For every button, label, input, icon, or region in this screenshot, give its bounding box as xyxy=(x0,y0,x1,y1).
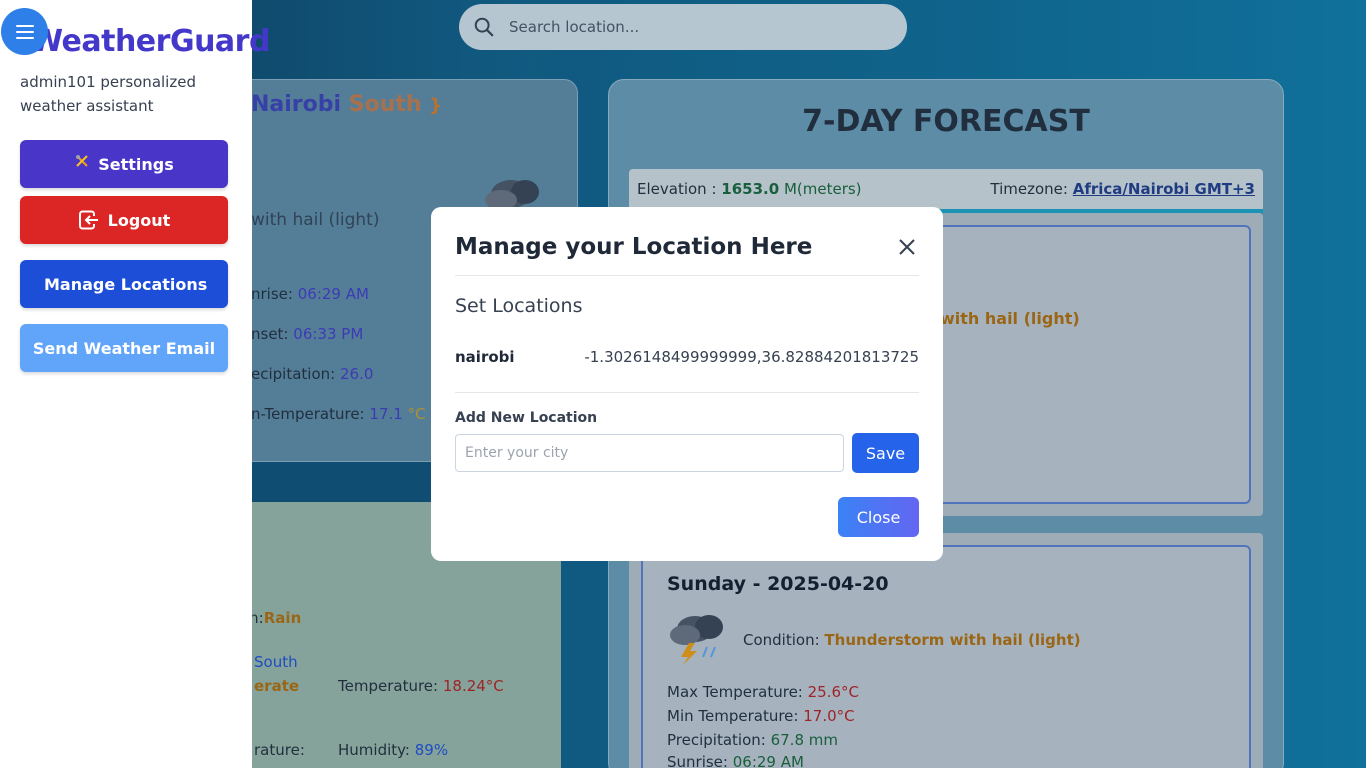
manage-location-modal: Manage your Location Here Set Locations … xyxy=(431,207,943,561)
set-locations-heading: Set Locations xyxy=(455,295,583,317)
close-button[interactable]: Close xyxy=(838,497,919,537)
modal-divider xyxy=(455,392,919,393)
brand-title: WeatherGuard xyxy=(30,24,270,59)
user-subtitle: admin101 personalized weather assistant xyxy=(20,73,196,115)
manage-locations-label: Manage Locations xyxy=(44,274,208,294)
close-icon[interactable] xyxy=(895,235,919,259)
send-weather-email-label: Send Weather Email xyxy=(32,338,216,358)
menu-toggle-button[interactable] xyxy=(1,8,48,55)
settings-button[interactable]: Settings xyxy=(20,140,228,188)
save-button[interactable]: Save xyxy=(852,433,919,473)
sidebar: WeatherGuard admin101 personalized weath… xyxy=(0,0,270,768)
send-weather-email-button[interactable]: Send Weather Email xyxy=(20,324,228,372)
logout-icon xyxy=(78,210,98,230)
location-coordinates: -1.3026148499999999,36.82884201813725 xyxy=(584,348,919,366)
settings-label: Settings xyxy=(98,154,174,174)
city-input[interactable] xyxy=(455,434,844,472)
manage-locations-button[interactable]: Manage Locations xyxy=(20,260,228,308)
logout-button[interactable]: Logout xyxy=(20,196,228,244)
logout-label: Logout xyxy=(107,210,171,230)
modal-divider xyxy=(455,275,919,276)
add-location-label: Add New Location xyxy=(455,410,598,426)
modal-title: Manage your Location Here xyxy=(455,234,813,260)
location-name: nairobi xyxy=(455,348,515,366)
hamburger-icon xyxy=(15,24,34,39)
settings-icon xyxy=(76,155,88,167)
